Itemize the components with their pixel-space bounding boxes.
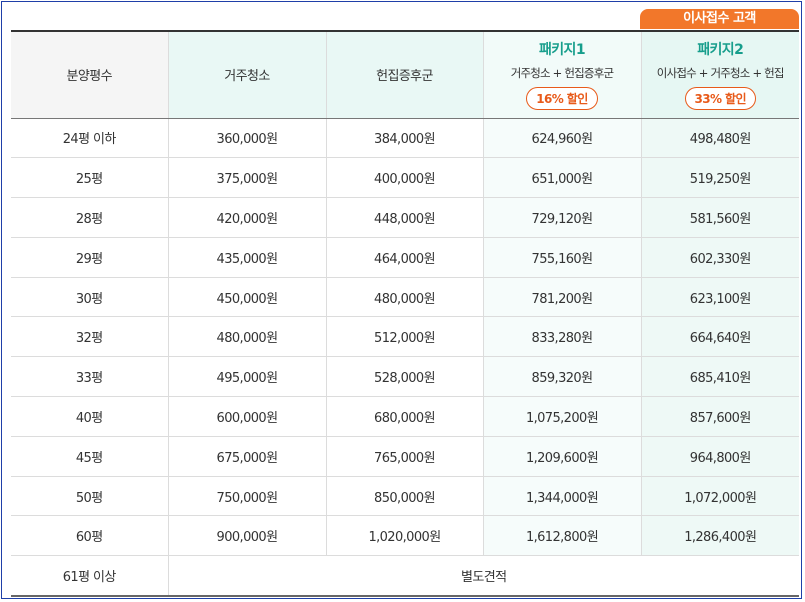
cell-size: 28평 bbox=[11, 197, 169, 238]
header-residential-cleaning: 거주청소 bbox=[168, 31, 327, 119]
cell-package1: 833,280원 bbox=[483, 316, 642, 358]
table-row: 32평 480,000원 512,000원 833,280원 664,640원 bbox=[11, 316, 799, 358]
moving-customer-badge: 이사접수 고객 bbox=[640, 9, 799, 29]
table-row: 29평 435,000원 464,000원 755,160원 602,330원 bbox=[11, 237, 799, 278]
header-package1: 패키지1 거주청소 + 헌집증후군 16% 할인 bbox=[483, 31, 642, 119]
cell-residential: 360,000원 bbox=[168, 118, 327, 159]
cell-house-syndrome: 765,000원 bbox=[326, 436, 484, 477]
cell-size: 33평 bbox=[11, 356, 169, 398]
cell-package1: 755,160원 bbox=[483, 237, 642, 278]
cell-size: 60평 bbox=[11, 515, 169, 557]
package2-desc: 이사접수 + 거주청소 + 헌집 bbox=[656, 66, 785, 81]
package1-title: 패키지1 bbox=[539, 42, 586, 59]
cell-residential: 750,000원 bbox=[168, 476, 327, 517]
cell-package1: 859,320원 bbox=[483, 356, 642, 398]
cell-residential: 600,000원 bbox=[168, 396, 327, 437]
cell-size: 25평 bbox=[11, 157, 169, 199]
cell-house-syndrome: 528,000원 bbox=[326, 356, 484, 398]
cell-house-syndrome: 384,000원 bbox=[326, 118, 484, 159]
cell-size: 29평 bbox=[11, 237, 169, 278]
cell-package1: 729,120원 bbox=[483, 197, 642, 238]
cell-package2: 857,600원 bbox=[641, 396, 799, 437]
cell-package1: 1,612,800원 bbox=[483, 515, 642, 557]
cell-package2: 623,100원 bbox=[641, 277, 799, 318]
cell-package1: 1,344,000원 bbox=[483, 476, 642, 517]
cell-package2: 964,800원 bbox=[641, 436, 799, 477]
cell-size: 61평 이상 bbox=[11, 555, 169, 597]
header-size: 분양평수 bbox=[11, 31, 169, 119]
cell-house-syndrome: 400,000원 bbox=[326, 157, 484, 199]
cell-package1: 1,209,600원 bbox=[483, 436, 642, 477]
cell-residential: 900,000원 bbox=[168, 515, 327, 557]
cell-package2: 685,410원 bbox=[641, 356, 799, 398]
header-house-syndrome: 헌집증후군 bbox=[326, 31, 484, 119]
table-row-last: 61평 이상 별도견적 bbox=[11, 555, 799, 597]
cell-residential: 375,000원 bbox=[168, 157, 327, 199]
cell-size: 24평 이하 bbox=[11, 118, 169, 159]
cell-house-syndrome: 480,000원 bbox=[326, 277, 484, 318]
cell-package2: 1,286,400원 bbox=[641, 515, 799, 557]
table-row: 24평 이하 360,000원 384,000원 624,960원 498,480원 bbox=[11, 118, 799, 159]
cell-size: 50평 bbox=[11, 476, 169, 517]
table-row: 25평 375,000원 400,000원 651,000원 519,250원 bbox=[11, 157, 799, 199]
table-row: 50평 750,000원 850,000원 1,344,000원 1,072,000원 bbox=[11, 476, 799, 517]
package2-discount-badge: 33% 할인 bbox=[684, 87, 756, 111]
cell-house-syndrome: 464,000원 bbox=[326, 237, 484, 278]
cell-residential: 495,000원 bbox=[168, 356, 327, 398]
cell-package2: 519,250원 bbox=[641, 157, 799, 199]
table-row: 45평 675,000원 765,000원 1,209,600원 964,800원 bbox=[11, 436, 799, 477]
table-row: 30평 450,000원 480,000원 781,200원 623,100원 bbox=[11, 277, 799, 318]
cell-size: 32평 bbox=[11, 316, 169, 358]
cell-package1: 651,000원 bbox=[483, 157, 642, 199]
table-row: 28평 420,000원 448,000원 729,120원 581,560원 bbox=[11, 197, 799, 238]
cell-residential: 450,000원 bbox=[168, 277, 327, 318]
cell-residential: 480,000원 bbox=[168, 316, 327, 358]
cell-package2: 581,560원 bbox=[641, 197, 799, 238]
cell-package2: 1,072,000원 bbox=[641, 476, 799, 517]
cell-package1: 1,075,200원 bbox=[483, 396, 642, 437]
price-table-frame: 이사접수 고객 분양평수 거주청소 헌집증후군 패키지1 거주청소 + 헌집증후… bbox=[1, 1, 802, 599]
cell-residential: 675,000원 bbox=[168, 436, 327, 477]
table-row: 40평 600,000원 680,000원 1,075,200원 857,600원 bbox=[11, 396, 799, 437]
cell-house-syndrome: 850,000원 bbox=[326, 476, 484, 517]
header-package2: 패키지2 이사접수 + 거주청소 + 헌집 33% 할인 bbox=[641, 31, 799, 119]
cell-house-syndrome: 512,000원 bbox=[326, 316, 484, 358]
price-table-body: 24평 이하 360,000원 384,000원 624,960원 498,480원 25… bbox=[11, 118, 799, 597]
table-row: 60평 900,000원 1,020,000원 1,612,800원 1,286,400… bbox=[11, 515, 799, 557]
cell-residential: 435,000원 bbox=[168, 237, 327, 278]
cell-house-syndrome: 680,000원 bbox=[326, 396, 484, 437]
cell-house-syndrome: 448,000원 bbox=[326, 197, 484, 238]
package2-title: 패키지2 bbox=[697, 42, 744, 59]
header-row: 분양평수 거주청소 헌집증후군 패키지1 거주청소 + 헌집증후군 16% 할인… bbox=[11, 31, 799, 119]
package1-desc: 거주청소 + 헌집증후군 bbox=[510, 66, 614, 81]
cell-size: 45평 bbox=[11, 436, 169, 477]
cell-package2: 664,640원 bbox=[641, 316, 799, 358]
cell-separate-quote: 별도견적 bbox=[168, 555, 799, 597]
cell-package2: 602,330원 bbox=[641, 237, 799, 278]
price-table: 분양평수 거주청소 헌집증후군 패키지1 거주청소 + 헌집증후군 16% 할인… bbox=[11, 30, 799, 597]
cell-size: 40평 bbox=[11, 396, 169, 437]
cell-size: 30평 bbox=[11, 277, 169, 318]
table-row: 33평 495,000원 528,000원 859,320원 685,410원 bbox=[11, 356, 799, 398]
cell-house-syndrome: 1,020,000원 bbox=[326, 515, 484, 557]
cell-package1: 624,960원 bbox=[483, 118, 642, 159]
cell-package1: 781,200원 bbox=[483, 277, 642, 318]
cell-package2: 498,480원 bbox=[641, 118, 799, 159]
cell-residential: 420,000원 bbox=[168, 197, 327, 238]
package1-discount-badge: 16% 할인 bbox=[526, 87, 598, 111]
